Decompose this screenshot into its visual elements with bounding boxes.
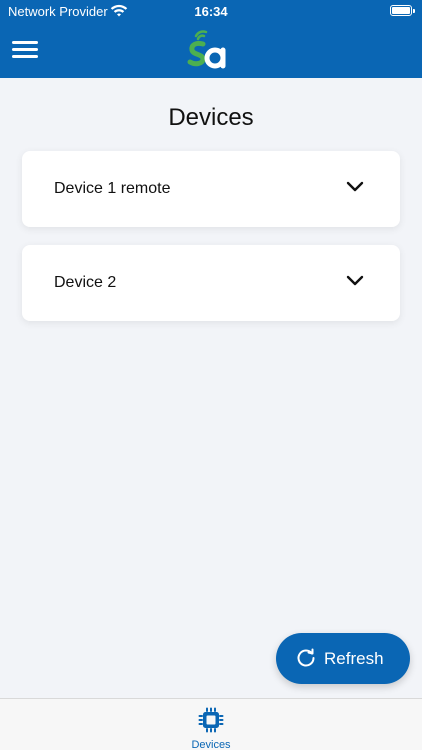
chevron-down-icon[interactable] <box>346 275 364 287</box>
device-card-2[interactable]: Device 2 <box>22 245 400 321</box>
tab-devices[interactable]: Devices <box>181 703 241 750</box>
sa-logo <box>187 30 226 69</box>
status-bar: Network Provider 16:34 <box>0 0 422 22</box>
battery-icon <box>390 5 415 16</box>
device-name: Device 2 <box>54 274 117 291</box>
chip-icon <box>198 707 224 733</box>
app: Network Provider 16:34 Devices Device 1 … <box>0 0 422 750</box>
refresh-button[interactable]: Refresh <box>276 633 410 684</box>
app-header: Network Provider 16:34 <box>0 0 422 78</box>
page-title: Devices <box>168 104 254 131</box>
refresh-label: Refresh <box>324 649 384 668</box>
bottom-tab-bar: Devices <box>0 698 422 750</box>
tab-devices-label: Devices <box>191 739 231 750</box>
chevron-down-icon[interactable] <box>346 181 364 193</box>
device-card-1[interactable]: Device 1 remote <box>22 151 400 227</box>
refresh-icon <box>297 648 315 667</box>
hamburger-menu-icon[interactable] <box>12 39 38 59</box>
status-time: 16:34 <box>194 4 228 19</box>
device-name: Device 1 remote <box>54 180 171 197</box>
